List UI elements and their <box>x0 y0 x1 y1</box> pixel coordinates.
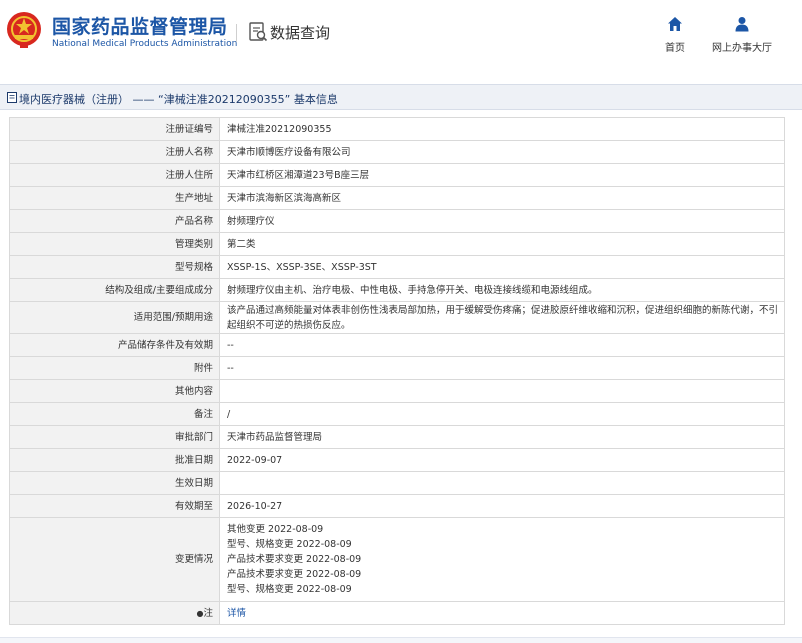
breadcrumb-text: 境内医疗器械（注册） —— “津械注准20212090355” 基本信息 <box>19 91 338 107</box>
breadcrumb-record: “津械注准20212090355” <box>158 93 291 106</box>
field-label: 生效日期 <box>9 471 220 495</box>
table-row: 有效期至 2026-10-27 <box>9 494 785 518</box>
table-row: 产品名称 射频理疗仪 <box>9 209 785 233</box>
product-name-value: 射频理疗仪 <box>219 209 785 233</box>
scope-value: 该产品通过高频能量对体表非创伤性浅表局部加热，用于缓解受伤疼痛；促进胶原纤维收缩… <box>219 301 785 334</box>
field-label: 生产地址 <box>9 186 220 210</box>
home-icon <box>668 17 682 31</box>
list-item: 其他变更 2022-08-09 <box>227 524 324 535</box>
field-label: 有效期至 <box>9 494 220 518</box>
field-label: 审批部门 <box>9 425 220 449</box>
table-row: 注册人名称 天津市顺博医疗设备有限公司 <box>9 140 785 164</box>
list-item: 型号、规格变更 2022-08-09 <box>227 539 352 550</box>
field-label: 产品名称 <box>9 209 220 233</box>
table-row: 产品储存条件及有效期 -- <box>9 333 785 357</box>
table-row: 审批部门 天津市药品监督管理局 <box>9 425 785 449</box>
table-row: 适用范围/预期用途 该产品通过高频能量对体表非创伤性浅表局部加热，用于缓解受伤疼… <box>9 301 785 334</box>
note-cell: 详情 <box>219 601 785 625</box>
list-item: 型号、规格变更 2022-08-09 <box>227 584 352 595</box>
structure-value: 射频理疗仪由主机、治疗电极、中性电极、手持急停开关、电极连接线缆和电源线组成。 <box>219 278 785 302</box>
table-row: 生效日期 <box>9 471 785 495</box>
table-row: 附件 -- <box>9 356 785 380</box>
field-label: 注册人名称 <box>9 140 220 164</box>
registration-no-value: 津械注准20212090355 <box>219 117 785 141</box>
nav-home-label: 首页 <box>665 43 685 54</box>
site-name-cn[interactable]: 国家药品监督管理局 <box>52 12 228 39</box>
table-row: 其他内容 <box>9 379 785 403</box>
national-emblem-icon[interactable] <box>6 11 42 49</box>
table-row: 批准日期 2022-09-07 <box>9 448 785 472</box>
page-title: 数据查询 <box>270 24 331 42</box>
table-row: 结构及组成/主要组成成分 射频理疗仪由主机、治疗电极、中性电极、手持急停开关、电… <box>9 278 785 302</box>
remark-value: / <box>219 402 785 426</box>
table-row: 注册证编号 津械注准20212090355 <box>9 117 785 141</box>
field-label: 变更情况 <box>9 517 220 602</box>
field-label: 其他内容 <box>9 379 220 403</box>
nav-online-service-hall-label: 网上办事大厅 <box>712 43 772 54</box>
valid-until-value: 2026-10-27 <box>219 494 785 518</box>
site-header: 国家药品监督管理局 National Medical Products Admi… <box>0 0 802 62</box>
site-name-en[interactable]: National Medical Products Administration <box>52 39 237 49</box>
table-row: 生产地址 天津市滨海新区滨海高新区 <box>9 186 785 210</box>
effective-date-value <box>219 471 785 495</box>
field-label: 适用范围/预期用途 <box>9 301 220 334</box>
table-row: 备注 / <box>9 402 785 426</box>
breadcrumb-separator: —— <box>129 93 158 106</box>
field-label: 注册证编号 <box>9 117 220 141</box>
nav-home[interactable]: 首页 <box>645 16 705 55</box>
nav-online-service-hall[interactable]: 网上办事大厅 <box>710 16 774 55</box>
approval-dept-value: 天津市药品监督管理局 <box>219 425 785 449</box>
device-info-table: 注册证编号 津械注准20212090355 注册人名称 天津市顺博医疗设备有限公… <box>9 117 785 625</box>
model-spec-value: XSSP-1S、XSSP-3SE、XSSP-3ST <box>219 255 785 279</box>
table-row: 管理类别 第二类 <box>9 232 785 256</box>
table-row: 注册人住所 天津市红桥区湘潭道23号B座三层 <box>9 163 785 187</box>
field-label: 注 <box>203 607 213 619</box>
field-label: 注册人住所 <box>9 163 220 187</box>
field-label: 附件 <box>9 356 220 380</box>
registrant-name-value: 天津市顺博医疗设备有限公司 <box>219 140 785 164</box>
table-row: 型号规格 XSSP-1S、XSSP-3SE、XSSP-3ST <box>9 255 785 279</box>
note-label-cell: ●注 <box>9 601 220 625</box>
user-icon <box>735 17 749 32</box>
table-row: ●注 详情 <box>9 601 785 625</box>
field-label: 管理类别 <box>9 232 220 256</box>
field-label: 备注 <box>9 402 220 426</box>
management-class-value: 第二类 <box>219 232 785 256</box>
breadcrumb-category[interactable]: 境内医疗器械（注册） <box>19 93 129 106</box>
document-icon <box>7 92 17 103</box>
footer-divider <box>0 637 802 643</box>
field-label: 批准日期 <box>9 448 220 472</box>
field-label: 结构及组成/主要组成成分 <box>9 278 220 302</box>
other-value <box>219 379 785 403</box>
list-item: 产品技术要求变更 2022-08-09 <box>227 554 362 565</box>
breadcrumb: 境内医疗器械（注册） —— “津械注准20212090355” 基本信息 <box>0 84 802 110</box>
production-address-value: 天津市滨海新区滨海高新区 <box>219 186 785 210</box>
attachment-value: -- <box>219 356 785 380</box>
approval-date-value: 2022-09-07 <box>219 448 785 472</box>
table-row: 变更情况 其他变更 2022-08-09 型号、规格变更 2022-08-09 … <box>9 517 785 602</box>
header-divider <box>236 24 237 42</box>
field-label: 产品储存条件及有效期 <box>9 333 220 357</box>
changes-list: 其他变更 2022-08-09 型号、规格变更 2022-08-09 产品技术要… <box>219 517 785 602</box>
breadcrumb-suffix: 基本信息 <box>290 93 338 106</box>
storage-value: -- <box>219 333 785 357</box>
details-link[interactable]: 详情 <box>227 608 246 619</box>
data-query-icon <box>249 22 268 42</box>
list-item: 产品技术要求变更 2022-08-09 <box>227 569 362 580</box>
field-label: 型号规格 <box>9 255 220 279</box>
registrant-address-value: 天津市红桥区湘潭道23号B座三层 <box>219 163 785 187</box>
